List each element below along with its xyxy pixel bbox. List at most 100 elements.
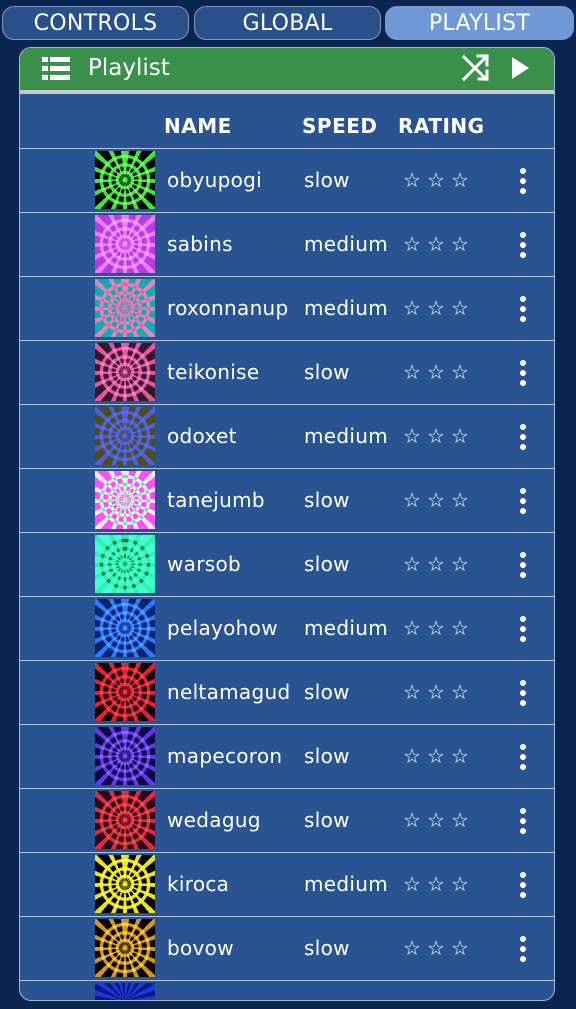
playlist-panel: Playlist NAME SPEED RATING obyupogi slow ☆…	[19, 47, 555, 1001]
list-icon[interactable]	[42, 57, 70, 85]
star-icon[interactable]: ☆	[425, 725, 449, 787]
playlist-row[interactable]: warsob slow ☆ ☆ ☆	[20, 533, 554, 597]
playlist-thumbnail	[95, 343, 155, 401]
playlist-row[interactable]: mapecoron slow ☆ ☆ ☆	[20, 725, 554, 789]
row-divider	[20, 980, 554, 981]
playlist-row[interactable]: teikonise slow ☆ ☆ ☆	[20, 341, 554, 405]
more-options-icon[interactable]	[516, 615, 530, 649]
star-icon[interactable]: ☆	[425, 213, 449, 275]
star-icon[interactable]: ☆	[425, 341, 449, 403]
star-icon[interactable]: ☆	[449, 789, 473, 851]
play-icon[interactable]	[510, 56, 530, 84]
more-options-icon[interactable]	[516, 359, 530, 393]
more-options-icon[interactable]	[516, 423, 530, 457]
more-options-icon[interactable]	[516, 551, 530, 585]
star-icon[interactable]: ☆	[401, 469, 425, 531]
star-icon[interactable]: ☆	[401, 533, 425, 595]
star-icon[interactable]: ☆	[425, 149, 449, 211]
star-icon[interactable]: ☆	[449, 853, 473, 915]
tab-playlist[interactable]: PLAYLIST	[385, 6, 574, 40]
star-icon[interactable]: ☆	[449, 341, 473, 403]
star-icon[interactable]: ☆	[401, 661, 425, 723]
row-speed: slow	[304, 744, 350, 768]
row-name: sabins	[167, 232, 233, 256]
more-options-icon[interactable]	[516, 167, 530, 201]
row-speed: medium	[304, 232, 388, 256]
tab-global[interactable]: GLOBAL	[194, 6, 381, 40]
more-options-icon[interactable]	[516, 231, 530, 265]
row-speed: slow	[304, 552, 350, 576]
star-icon[interactable]: ☆	[449, 405, 473, 467]
star-icon[interactable]: ☆	[401, 341, 425, 403]
row-name: mapecoron	[167, 744, 283, 768]
playlist-thumbnail	[95, 919, 155, 977]
star-icon[interactable]: ☆	[401, 853, 425, 915]
playlist-thumbnail	[95, 599, 155, 657]
star-icon[interactable]: ☆	[425, 661, 449, 723]
playlist-row[interactable]: sabins medium ☆ ☆ ☆	[20, 213, 554, 277]
column-header-rating[interactable]: RATING	[398, 102, 485, 150]
star-icon[interactable]: ☆	[425, 469, 449, 531]
more-options-icon[interactable]	[516, 871, 530, 905]
row-speed: medium	[304, 872, 388, 896]
more-options-icon[interactable]	[516, 295, 530, 329]
row-name: tanejumb	[167, 488, 265, 512]
playlist-row[interactable]: pelayohow medium ☆ ☆ ☆	[20, 597, 554, 661]
more-options-icon[interactable]	[516, 935, 530, 969]
star-icon[interactable]: ☆	[449, 149, 473, 211]
star-icon[interactable]: ☆	[449, 917, 473, 979]
tab-controls[interactable]: CONTROLS	[2, 6, 189, 40]
more-options-icon[interactable]	[516, 679, 530, 713]
star-icon[interactable]: ☆	[449, 661, 473, 723]
star-icon[interactable]: ☆	[401, 213, 425, 275]
star-icon[interactable]: ☆	[401, 405, 425, 467]
star-icon[interactable]: ☆	[449, 597, 473, 659]
playlist-thumbnail	[95, 727, 155, 785]
row-speed: medium	[304, 424, 388, 448]
star-icon[interactable]: ☆	[401, 277, 425, 339]
shuffle-icon[interactable]	[461, 53, 490, 86]
star-icon[interactable]: ☆	[425, 533, 449, 595]
row-rating: ☆ ☆ ☆	[401, 789, 473, 851]
playlist-thumbnail	[95, 663, 155, 721]
row-rating: ☆ ☆ ☆	[401, 277, 473, 339]
star-icon[interactable]: ☆	[449, 533, 473, 595]
column-header-speed[interactable]: SPEED	[302, 102, 378, 150]
star-icon[interactable]: ☆	[449, 277, 473, 339]
star-icon[interactable]: ☆	[401, 149, 425, 211]
star-icon[interactable]: ☆	[401, 597, 425, 659]
star-icon[interactable]: ☆	[425, 917, 449, 979]
playlist-row[interactable]: obyupogi slow ☆ ☆ ☆	[20, 149, 554, 213]
more-options-icon[interactable]	[516, 487, 530, 521]
playlist-thumbnail	[95, 791, 155, 849]
playlist-row[interactable]: kiroca medium ☆ ☆ ☆	[20, 853, 554, 917]
star-icon[interactable]: ☆	[449, 469, 473, 531]
playlist-row[interactable]: bovow slow ☆ ☆ ☆	[20, 917, 554, 981]
star-icon[interactable]: ☆	[449, 725, 473, 787]
row-name: bovow	[167, 936, 234, 960]
playlist-row[interactable]: wedagug slow ☆ ☆ ☆	[20, 789, 554, 853]
playlist-thumbnail	[95, 855, 155, 913]
row-speed: slow	[304, 808, 350, 832]
playlist-thumbnail	[95, 471, 155, 529]
star-icon[interactable]: ☆	[425, 277, 449, 339]
star-icon[interactable]: ☆	[401, 725, 425, 787]
column-header-name[interactable]: NAME	[164, 102, 232, 150]
more-options-icon[interactable]	[516, 743, 530, 777]
row-speed: slow	[304, 360, 350, 384]
playlist-row[interactable]: neltamagud slow ☆ ☆ ☆	[20, 661, 554, 725]
star-icon[interactable]: ☆	[401, 917, 425, 979]
star-icon[interactable]: ☆	[425, 789, 449, 851]
star-icon[interactable]: ☆	[425, 853, 449, 915]
row-rating: ☆ ☆ ☆	[401, 405, 473, 467]
star-icon[interactable]: ☆	[401, 789, 425, 851]
star-icon[interactable]: ☆	[449, 213, 473, 275]
playlist-row[interactable]: tanejumb slow ☆ ☆ ☆	[20, 469, 554, 533]
row-name: warsob	[167, 552, 241, 576]
row-rating: ☆ ☆ ☆	[401, 149, 473, 211]
star-icon[interactable]: ☆	[425, 405, 449, 467]
star-icon[interactable]: ☆	[425, 597, 449, 659]
more-options-icon[interactable]	[516, 807, 530, 841]
playlist-row[interactable]: roxonnanup medium ☆ ☆ ☆	[20, 277, 554, 341]
playlist-row[interactable]: odoxet medium ☆ ☆ ☆	[20, 405, 554, 469]
